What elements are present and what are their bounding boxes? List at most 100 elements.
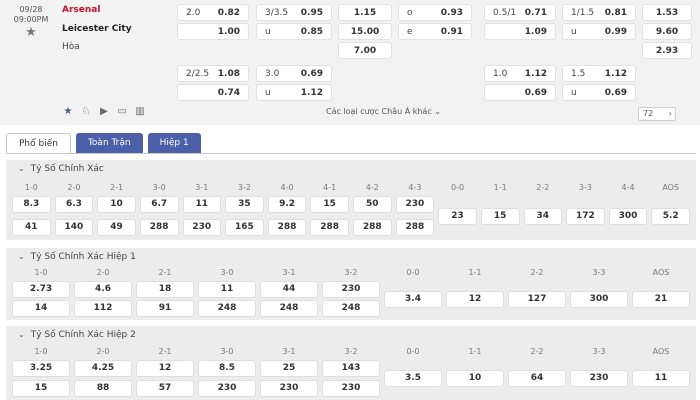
score-odds-cell[interactable]: 41: [12, 219, 51, 236]
score-odds-cell[interactable]: 140: [54, 219, 94, 236]
score-odds-cell[interactable]: 230: [182, 219, 222, 236]
tab-first-half[interactable]: Hiệp 1: [147, 133, 201, 153]
score-odds-cell[interactable]: 8.3: [12, 196, 51, 213]
hdp-1h-home[interactable]: 0.5/1 0.71: [484, 4, 556, 21]
score-odds-cell[interactable]: 4.25: [74, 360, 132, 377]
score-odds-cell[interactable]: 230: [395, 196, 435, 213]
home-team[interactable]: Arsenal: [62, 5, 100, 15]
hdp-away[interactable]: 1.00: [177, 23, 249, 40]
1x2-1h-draw[interactable]: 2.93: [642, 42, 692, 59]
1x2-away[interactable]: 15.00: [338, 23, 392, 40]
favorite-star-icon[interactable]: ★: [0, 26, 62, 39]
score-odds-cell[interactable]: 248: [198, 300, 256, 317]
score-odds-cell[interactable]: 18: [136, 281, 194, 298]
score-odds-cell[interactable]: 8.5: [198, 360, 256, 377]
score-odds-cell[interactable]: 3.25: [12, 360, 70, 377]
score-odds-cell[interactable]: 88: [74, 380, 132, 397]
shirt-icon[interactable]: ♘: [80, 106, 92, 118]
score-odds-cell[interactable]: 35: [225, 196, 264, 213]
hdp-1h-away[interactable]: 1.09: [484, 23, 556, 40]
score-odds-cell[interactable]: 230: [322, 380, 380, 397]
score-odds-cell[interactable]: 6.3: [54, 196, 94, 213]
play-icon[interactable]: ▶: [98, 106, 110, 118]
score-odds-cell[interactable]: 165: [225, 219, 264, 236]
score-odds-cell[interactable]: 25: [260, 360, 318, 377]
tab-full-time[interactable]: Toàn Trận: [75, 133, 143, 153]
score-odds-cell[interactable]: 172: [566, 208, 605, 225]
score-odds-cell[interactable]: 50: [353, 196, 392, 213]
score-odds-cell[interactable]: 49: [97, 219, 136, 236]
score-odds-cell[interactable]: 230: [260, 380, 318, 397]
ou2-1h-over[interactable]: 1.5 1.12: [562, 65, 636, 82]
ou-1h-over[interactable]: 1/1.5 0.81: [562, 4, 636, 21]
score-odds-cell[interactable]: 10: [446, 370, 504, 387]
score-odds-cell[interactable]: 230: [570, 370, 628, 387]
1x2-1h-away[interactable]: 9.60: [642, 23, 692, 40]
score-odds-cell[interactable]: 64: [508, 370, 566, 387]
score-odds-cell[interactable]: 57: [136, 380, 194, 397]
oe-odd[interactable]: o 0.93: [398, 4, 472, 21]
ou-over[interactable]: 3/3.5 0.95: [256, 4, 332, 21]
section-header[interactable]: ⌄ Tỷ Số Chính Xác Hiệp 1: [18, 252, 136, 262]
score-odds-cell[interactable]: 10: [97, 196, 136, 213]
ou-1h-under[interactable]: u 0.99: [562, 23, 636, 40]
score-odds-cell[interactable]: 2.73: [12, 281, 70, 298]
score-odds-cell[interactable]: 230: [198, 380, 256, 397]
score-odds-cell[interactable]: 288: [139, 219, 179, 236]
score-odds-cell[interactable]: 127: [508, 291, 566, 308]
score-odds-cell[interactable]: 3.5: [384, 370, 442, 387]
ou-under[interactable]: u 0.85: [256, 23, 332, 40]
score-odds-cell[interactable]: 288: [395, 219, 435, 236]
section-header[interactable]: ⌄ Tỷ Số Chính Xác Hiệp 2: [18, 330, 136, 340]
score-odds-cell[interactable]: 288: [353, 219, 392, 236]
score-odds-cell[interactable]: 5.2: [651, 208, 690, 225]
ou2-1h-under[interactable]: u 0.69: [562, 84, 636, 101]
hdp2-home[interactable]: 2/2.5 1.08: [177, 65, 249, 82]
score-odds-cell[interactable]: 91: [136, 300, 194, 317]
market-count-select[interactable]: 72 ›: [638, 107, 676, 121]
score-odds-cell[interactable]: 288: [267, 219, 307, 236]
stats-icon[interactable]: ▥: [134, 106, 146, 118]
section-header[interactable]: ⌄ Tỷ Số Chính Xác: [18, 164, 104, 174]
score-odds-cell[interactable]: 4.6: [74, 281, 132, 298]
score-odds-cell[interactable]: 44: [260, 281, 318, 298]
score-odds-cell[interactable]: 12: [136, 360, 194, 377]
score-odds-cell[interactable]: 11: [198, 281, 256, 298]
score-odds-cell[interactable]: 143: [322, 360, 380, 377]
score-odds-cell[interactable]: 6.7: [139, 196, 179, 213]
score-odds-cell[interactable]: 14: [12, 300, 70, 317]
oe-even[interactable]: e 0.91: [398, 23, 472, 40]
hdp2-away[interactable]: 0.74: [177, 84, 249, 101]
hdp2-1h-home[interactable]: 1.0 1.12: [484, 65, 556, 82]
score-odds-cell[interactable]: 248: [260, 300, 318, 317]
favorite-icon[interactable]: ★: [62, 106, 74, 118]
score-odds-cell[interactable]: 23: [438, 208, 477, 225]
1x2-1h-home[interactable]: 1.53: [642, 4, 692, 21]
hdp-home[interactable]: 2.0 0.82: [177, 4, 249, 21]
1x2-draw[interactable]: 7.00: [338, 42, 392, 59]
score-odds-cell[interactable]: 15: [12, 380, 70, 397]
score-odds-cell[interactable]: 248: [322, 300, 380, 317]
away-team[interactable]: Leicester City: [62, 24, 132, 34]
score-odds-cell[interactable]: 9.2: [267, 196, 307, 213]
score-odds-cell[interactable]: 230: [322, 281, 380, 298]
score-odds-cell[interactable]: 112: [74, 300, 132, 317]
more-asian-odds-link[interactable]: Các loại cược Châu Á khác ⌄: [326, 107, 441, 116]
score-odds-cell[interactable]: 300: [570, 291, 628, 308]
score-odds-cell[interactable]: 34: [523, 208, 563, 225]
score-odds-cell[interactable]: 288: [310, 219, 349, 236]
ou2-under[interactable]: u 1.12: [256, 84, 332, 101]
ou2-over[interactable]: 3.0 0.69: [256, 65, 332, 82]
score-odds-cell[interactable]: 12: [446, 291, 504, 308]
score-odds-cell[interactable]: 21: [632, 291, 690, 308]
hdp2-1h-away[interactable]: 0.69: [484, 84, 556, 101]
scoreboard-icon[interactable]: ▭: [116, 106, 128, 118]
score-odds-cell[interactable]: 11: [632, 370, 690, 387]
score-odds-cell[interactable]: 3.4: [384, 291, 442, 308]
tab-popular[interactable]: Phổ biến: [6, 133, 71, 153]
score-odds-cell[interactable]: 15: [480, 208, 520, 225]
score-odds-cell[interactable]: 15: [310, 196, 349, 213]
score-odds-cell[interactable]: 11: [182, 196, 222, 213]
1x2-home[interactable]: 1.15: [338, 4, 392, 21]
score-odds-cell[interactable]: 300: [608, 208, 648, 225]
